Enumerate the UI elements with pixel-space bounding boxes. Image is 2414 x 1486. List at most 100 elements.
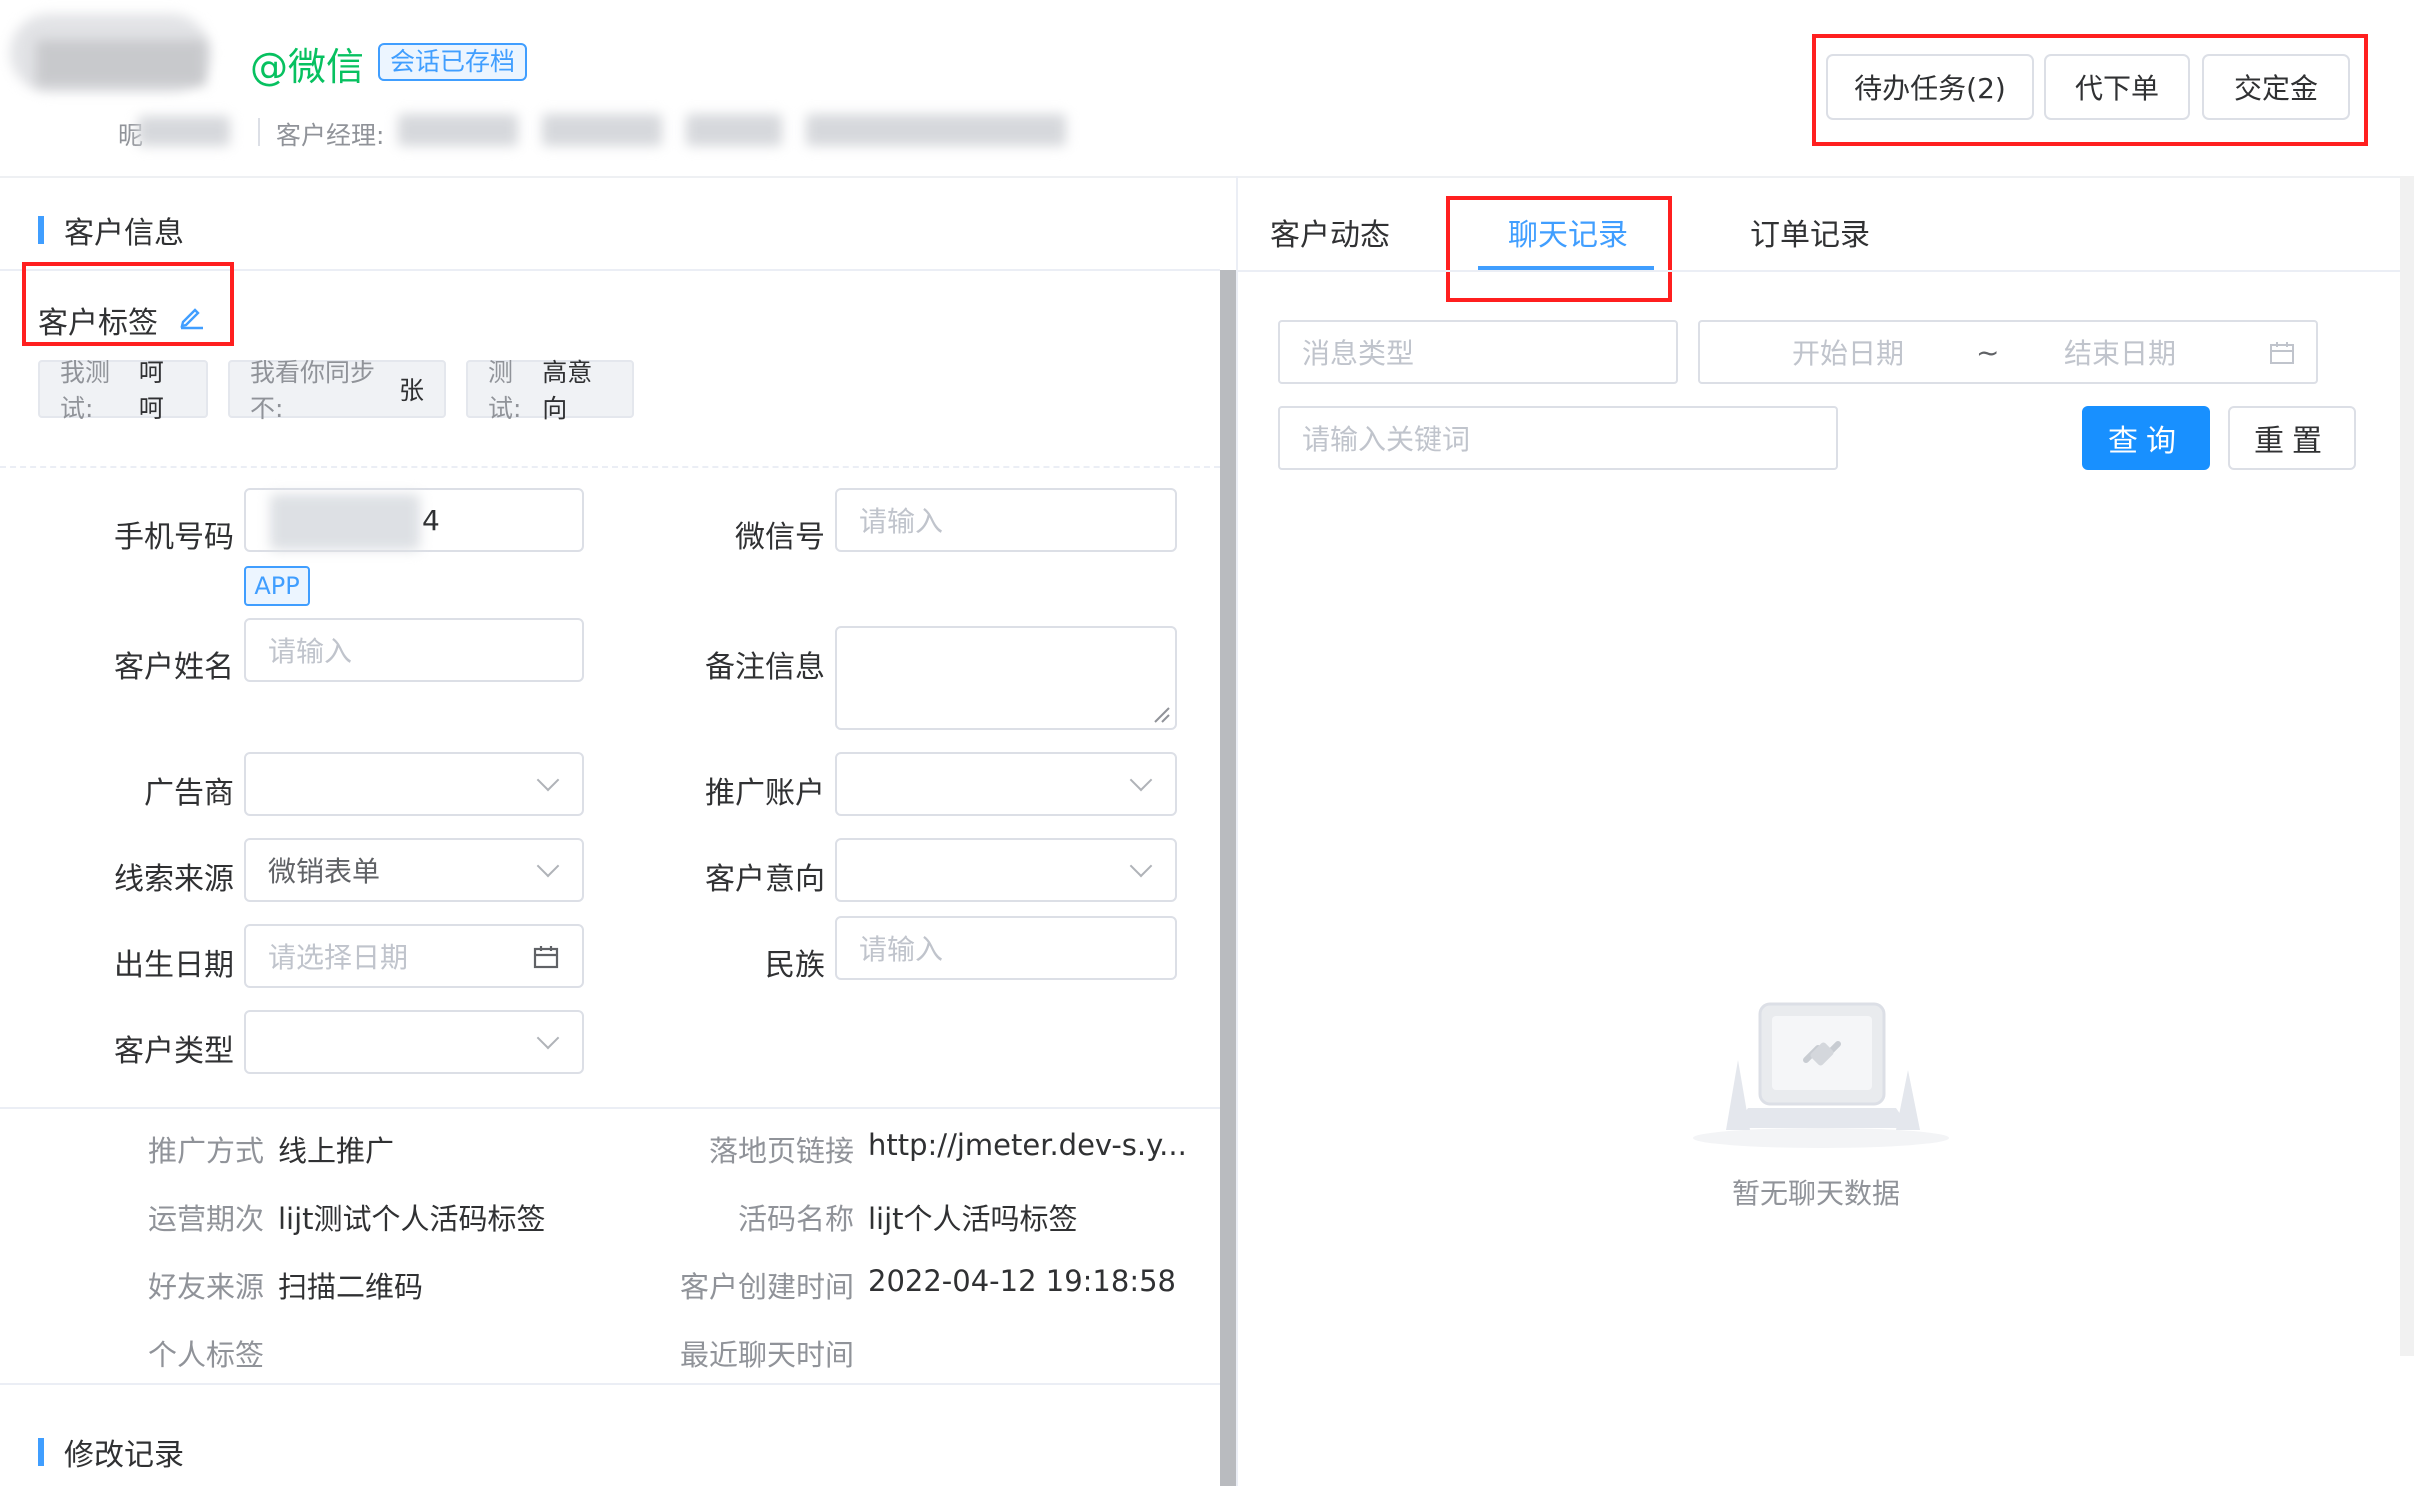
remark-textarea[interactable] [835, 626, 1177, 730]
birthday-label: 出生日期 [114, 948, 234, 983]
annotation-header-buttons [1812, 34, 2368, 146]
ethnicity-input[interactable]: 请输入 [835, 916, 1177, 980]
empty-laptop-icon [1686, 990, 1956, 1154]
wechat-input[interactable]: 请输入 [835, 488, 1177, 552]
info-divider [0, 1383, 1220, 1385]
intent-select[interactable] [835, 838, 1177, 902]
wechat-tag: @微信 [250, 45, 365, 89]
section-bar [38, 216, 44, 244]
tab-customer-activity[interactable]: 客户动态 [1270, 210, 1390, 254]
remark-label: 备注信息 [705, 650, 825, 685]
name-placeholder: 请输入 [268, 635, 353, 668]
personal-tags-label: 个人标签 [147, 1338, 264, 1372]
tag-key: 我测试: [60, 358, 111, 423]
keyword-placeholder: 请输入关键词 [1302, 423, 1471, 456]
lead-source-label: 线索来源 [114, 862, 234, 897]
promo-method-value: 线上推广 [278, 1134, 395, 1168]
advertiser-select[interactable] [244, 752, 584, 816]
history-title-text: 修改记录 [64, 1438, 184, 1473]
name-label: 客户姓名 [114, 650, 234, 685]
date-separator: ~ [1976, 335, 2000, 369]
live-code-value: lijt个人活吗标签 [868, 1202, 1078, 1236]
end-date[interactable]: 结束日期 [2064, 332, 2176, 372]
tags-divider [0, 466, 1220, 468]
lead-source-value: 微销表单 [268, 855, 381, 888]
ethnicity-label: 民族 [765, 948, 825, 983]
phone-blur [270, 494, 420, 550]
intent-label: 客户意向 [705, 862, 825, 897]
meta-extra-3 [806, 114, 1066, 146]
customer-type-label: 客户类型 [114, 1034, 234, 1069]
promo-account-select[interactable] [835, 752, 1177, 816]
ethnicity-placeholder: 请输入 [859, 933, 944, 966]
customer-type-select[interactable] [244, 1010, 584, 1074]
chevron-down-icon [536, 1026, 560, 1050]
promo-method-label: 推广方式 [147, 1134, 264, 1168]
right-scrollbar[interactable] [2400, 176, 2414, 1356]
phone-label: 手机号码 [114, 520, 234, 555]
phone-value: 4 [422, 503, 440, 537]
annotation-customer-tags [22, 262, 234, 346]
tag-key: 我看你同步不: [250, 358, 376, 423]
live-code-label: 活码名称 [737, 1202, 854, 1236]
friend-source-value: 扫描二维码 [278, 1270, 424, 1304]
created-value: 2022-04-12 19:18:58 [868, 1264, 1176, 1298]
chevron-down-icon [536, 854, 560, 878]
birthday-placeholder: 请选择日期 [268, 941, 409, 974]
tag-chip: 我看你同步不: 张 [228, 358, 446, 423]
calendar-icon [2270, 342, 2294, 364]
lead-source-select[interactable]: 微销表单 [244, 838, 584, 902]
left-scrollbar[interactable] [1220, 270, 1236, 1486]
manager-value [398, 114, 518, 146]
chevron-down-icon [1129, 854, 1153, 878]
reset-button[interactable]: 重置 [2228, 406, 2356, 470]
ops-period-value: lijt测试个人活码标签 [278, 1202, 546, 1236]
customer-name [36, 40, 206, 86]
message-type-placeholder: 消息类型 [1302, 337, 1415, 370]
section-bar [38, 1438, 44, 1466]
resize-handle-icon[interactable] [1153, 706, 1171, 724]
app-badge: APP [244, 566, 310, 606]
calendar-icon [533, 946, 559, 969]
tag-key: 测试: [488, 358, 522, 423]
manager-label: 客户经理: [276, 121, 385, 150]
tag-chip: 测试: 高意向 [466, 358, 634, 423]
customer-info-title-text: 客户信息 [64, 216, 184, 251]
empty-state-text: 暂无聊天数据 [1732, 1177, 1901, 1210]
promo-account-label: 推广账户 [705, 776, 825, 811]
created-label: 客户创建时间 [679, 1270, 854, 1304]
landing-value[interactable]: http://jmeter.dev-s.y... [868, 1128, 1187, 1162]
ops-period-label: 运营期次 [147, 1202, 264, 1236]
birthday-picker[interactable]: 请选择日期 [244, 924, 584, 988]
query-button[interactable]: 查询 [2082, 406, 2210, 470]
wechat-label: 微信号 [735, 520, 825, 555]
phone-input[interactable]: 4 [244, 488, 584, 552]
tag-value: 呵呵 [138, 358, 164, 423]
keyword-input[interactable]: 请输入关键词 [1278, 406, 1838, 470]
last-chat-label: 最近聊天时间 [679, 1338, 854, 1372]
tab-order-history[interactable]: 订单记录 [1750, 210, 1870, 254]
start-date[interactable]: 开始日期 [1792, 332, 1904, 372]
annotation-chat-tab [1446, 196, 1672, 302]
date-range-picker[interactable]: 开始日期 ~ 结束日期 [1698, 320, 2318, 384]
form-divider [0, 1107, 1220, 1109]
meta-extra-1 [542, 114, 662, 146]
panel-divider [1236, 176, 1238, 1486]
advertiser-label: 广告商 [144, 776, 234, 811]
meta-extra-2 [686, 114, 782, 146]
message-type-select[interactable]: 消息类型 [1278, 320, 1678, 384]
name-input[interactable]: 请输入 [244, 618, 584, 682]
tag-value: 高意向 [542, 358, 593, 423]
tabs-divider [1238, 270, 2414, 272]
wechat-placeholder: 请输入 [859, 505, 944, 538]
header-divider [0, 176, 2414, 178]
chevron-down-icon [1129, 768, 1153, 792]
friend-source-label: 好友来源 [147, 1270, 264, 1304]
nickname-value [138, 116, 230, 146]
archived-badge: 会话已存档 [378, 43, 528, 81]
history-title: 修改记录 [38, 1430, 184, 1474]
customer-info-title: 客户信息 [38, 208, 184, 252]
tag-value: 张 [398, 376, 424, 405]
chevron-down-icon [536, 768, 560, 792]
meta-divider [258, 118, 260, 146]
